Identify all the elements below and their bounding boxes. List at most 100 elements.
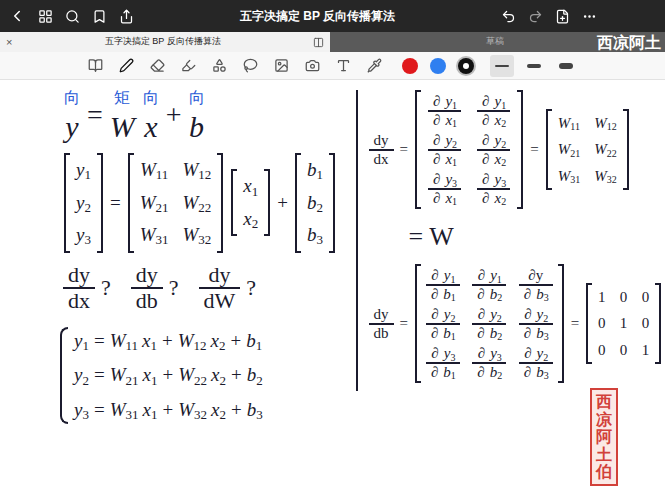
math-fraction: ∂y3∂x1 <box>425 171 464 206</box>
math-symbol: ∂ <box>479 190 492 207</box>
math-symbol: ∂ <box>479 112 492 129</box>
math-symbol: 1 <box>595 286 609 309</box>
matrix-cell: b3 <box>305 221 325 250</box>
math-fraction: ∂y1∂b1 <box>423 267 463 302</box>
math-variable: b1 <box>441 325 458 342</box>
note-page[interactable]: 向y=矩W向x+向by1y2y3=W11W12W21W22W31W32x1x2+… <box>0 80 665 502</box>
math-fraction: ∂y1∂x2 <box>474 93 513 128</box>
math-variable: y1 <box>442 267 458 284</box>
math-variable: W21 <box>138 189 171 218</box>
math-variable: b1 <box>441 286 458 303</box>
question: dydW? <box>196 263 260 313</box>
math-variable: W12 <box>180 156 213 185</box>
math-variable: b2 <box>305 189 325 218</box>
math-variable: y2 <box>74 189 93 218</box>
matrix: x1x2 <box>231 169 270 236</box>
math-symbol: dy <box>205 263 233 287</box>
lasso-icon[interactable] <box>243 58 258 73</box>
stroke-width[interactable] <box>522 55 546 77</box>
right-column: dydx=∂y1∂x1∂y1∂x2∂y2∂x1∂y2∂x2∂y3∂x1∂y3∂x… <box>356 90 665 391</box>
split-view-icon[interactable] <box>313 37 324 48</box>
matrix-cell: 1 <box>618 312 630 335</box>
search-icon[interactable] <box>65 9 80 24</box>
more-icon[interactable] <box>582 9 597 24</box>
math-symbol: dy <box>371 132 392 149</box>
math-symbol: 0 <box>617 339 631 362</box>
redo-icon[interactable] <box>528 9 543 24</box>
pipette-icon[interactable] <box>367 58 382 73</box>
math-symbol: ∂ <box>479 93 492 110</box>
math-symbol: ∂ <box>430 171 443 188</box>
matrix-cell: y1 <box>74 156 93 185</box>
text-icon[interactable] <box>336 58 351 73</box>
pen-icon[interactable] <box>119 58 134 73</box>
math-variable: x2 <box>493 112 509 129</box>
math-variable: W32 <box>592 165 619 188</box>
math-symbol: ∂ <box>474 325 487 342</box>
math-symbol: ∂ <box>428 364 441 381</box>
math-symbol: + <box>159 396 176 425</box>
color-swatch[interactable] <box>458 58 474 74</box>
tab-close[interactable]: × <box>6 34 12 51</box>
math-symbol: ∂ <box>430 190 443 207</box>
math-variable: y3 <box>493 171 509 188</box>
math-fraction: ∂y∂b3 <box>516 267 556 302</box>
image-icon[interactable] <box>274 58 289 73</box>
matrix-cell: W12 <box>592 112 619 135</box>
eraser-icon[interactable] <box>150 58 165 73</box>
math-variable: W31 <box>556 165 583 188</box>
math-fraction: ∂y2∂b3 <box>516 345 556 380</box>
matrix-cell: W11 <box>556 112 583 135</box>
math-symbol: + <box>228 361 245 390</box>
matrix-cell: ∂y∂b3 <box>518 267 554 302</box>
math-symbol: ∂ <box>430 151 443 168</box>
math-variable: W12 <box>592 112 619 135</box>
stroke-width[interactable] <box>490 55 514 77</box>
equals-w: =W <box>366 217 665 256</box>
math-symbol: ? <box>166 271 182 304</box>
matrix-cell: ∂y1∂x1 <box>425 93 464 128</box>
math-variable: b3 <box>245 396 265 425</box>
shapes-icon[interactable] <box>212 58 227 73</box>
undo-icon[interactable] <box>501 9 516 24</box>
math-symbol: ∂ <box>521 364 534 381</box>
math-symbol: ∂ <box>474 364 487 381</box>
math-symbol: + <box>274 189 291 218</box>
math-variable: y2 <box>535 345 551 362</box>
color-swatch[interactable] <box>430 58 446 74</box>
math-variable: W11 <box>556 112 582 135</box>
share-icon[interactable] <box>119 9 134 24</box>
stroke-width[interactable] <box>554 55 578 77</box>
grid-icon[interactable] <box>38 9 53 24</box>
matrix-cell: W31 <box>556 165 583 188</box>
math-variable: x1 <box>443 112 459 129</box>
math-symbol: = <box>91 396 108 425</box>
math-variable: b1 <box>305 156 325 185</box>
bookmark-icon[interactable] <box>92 9 107 24</box>
tab[interactable]: ×五字决搞定 BP 反向传播算法 <box>0 32 330 52</box>
math-variable: b2 <box>245 361 265 390</box>
add-page-icon[interactable] <box>555 9 570 24</box>
math-fraction: ∂y3∂x2 <box>474 171 513 206</box>
math-symbol: dy <box>65 263 93 287</box>
back-icon[interactable] <box>8 7 26 25</box>
camera-icon[interactable] <box>305 58 320 73</box>
matrix-cell: 0 <box>596 339 608 362</box>
math-symbol: = <box>107 189 124 218</box>
highlighter-icon[interactable] <box>181 58 196 73</box>
math-symbol: = <box>406 217 427 256</box>
top-bar: 五字决搞定 BP 反向传播算法 <box>0 0 665 32</box>
matrix-cell: W12 <box>180 156 213 185</box>
matrix-cell: y3 <box>74 221 93 250</box>
math-variable: x2 <box>209 361 228 390</box>
math-symbol: + <box>163 94 185 136</box>
annotated-symbol: 向b <box>185 86 209 143</box>
math-variable: W22 <box>176 361 209 390</box>
math-symbol: = <box>397 138 411 161</box>
color-swatch[interactable] <box>402 58 418 74</box>
layout-icon[interactable] <box>88 58 103 73</box>
math-symbol: 0 <box>639 286 653 309</box>
math-variable: y3 <box>74 221 93 250</box>
matrix-cell: b1 <box>305 156 325 185</box>
math-symbol: dy <box>371 306 392 323</box>
